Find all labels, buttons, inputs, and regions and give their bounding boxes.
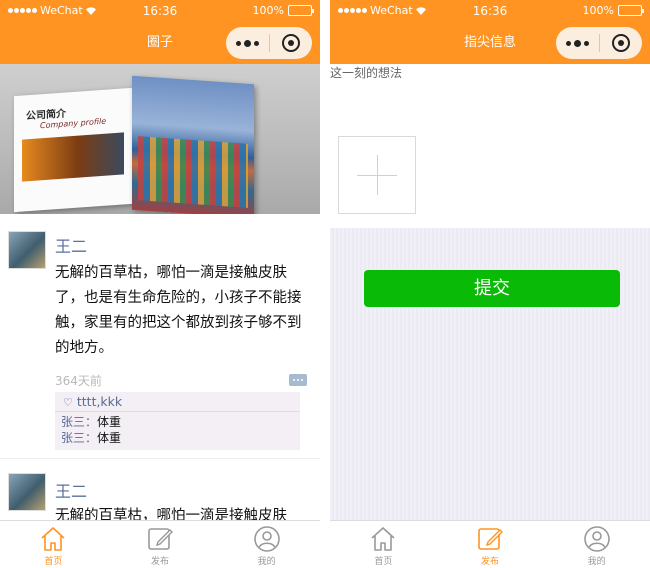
nav-bar: 圈子	[0, 22, 320, 64]
battery-percent: 100%	[252, 4, 284, 17]
edit-icon	[148, 528, 173, 550]
home-icon	[371, 527, 395, 551]
tab-label: 发布	[481, 557, 500, 567]
home-icon	[41, 527, 65, 551]
shipping-containers-image	[138, 136, 248, 208]
circle-screen: WeChat 16:36 100% 圈子 公司简介 Company profil…	[0, 0, 320, 568]
capsule-menu	[556, 27, 642, 59]
comment-icon[interactable]	[289, 374, 307, 386]
post-author[interactable]: 王二	[55, 478, 87, 502]
edit-icon	[478, 528, 503, 550]
battery-percent: 100%	[582, 4, 614, 17]
brochure-image: 公司简介 Company profile	[14, 87, 132, 213]
tab-publish[interactable]: 发布	[437, 521, 544, 568]
target-icon	[282, 34, 300, 52]
more-button[interactable]	[556, 27, 599, 59]
tab-publish[interactable]: 发布	[107, 521, 214, 568]
post-author[interactable]: 王二	[55, 233, 87, 257]
likes-names[interactable]: tttt,kkk	[77, 394, 122, 409]
user-icon	[253, 526, 280, 552]
screen-gap	[320, 0, 330, 568]
user-icon	[583, 526, 610, 552]
comments-list: 张三：体重 张三：体重	[55, 412, 300, 450]
nav-bar: 指尖信息	[330, 22, 650, 64]
tab-label: 首页	[44, 557, 63, 567]
tab-home[interactable]: 首页	[0, 521, 107, 568]
status-bar: WeChat 16:36 100%	[0, 0, 320, 22]
tab-label: 发布	[151, 557, 170, 567]
post-time: 364天前	[55, 374, 102, 388]
close-miniprogram-button[interactable]	[270, 27, 312, 59]
post-divider	[0, 458, 320, 459]
tab-label: 首页	[374, 557, 393, 567]
publish-screen: WeChat 16:36 100% 指尖信息 这一刻的想法 提交 首页 发布 我…	[330, 0, 650, 568]
comment-item[interactable]: 张三：体重	[61, 430, 294, 446]
avatar[interactable]	[8, 473, 46, 511]
target-icon	[612, 34, 630, 52]
battery-icon	[288, 5, 314, 16]
add-image-button[interactable]	[338, 136, 416, 214]
brochure-photo	[22, 132, 124, 182]
status-bar: WeChat 16:36 100%	[330, 0, 650, 22]
battery-info: 100%	[252, 4, 314, 17]
thought-textarea[interactable]: 这一刻的想法	[330, 64, 402, 81]
tab-bar: 首页 发布 我的	[330, 520, 650, 568]
tab-me[interactable]: 我的	[543, 521, 650, 568]
tab-label: 我的	[587, 557, 606, 567]
tab-me[interactable]: 我的	[213, 521, 320, 568]
likes-bar: ♡ tttt,kkk	[55, 392, 300, 411]
tab-label: 我的	[257, 557, 276, 567]
heart-icon: ♡	[63, 396, 73, 409]
brochure-cover-image	[132, 75, 254, 214]
capsule-menu	[226, 27, 312, 59]
submit-button[interactable]: 提交	[364, 270, 620, 307]
avatar[interactable]	[8, 231, 46, 269]
battery-info: 100%	[582, 4, 644, 17]
tab-home[interactable]: 首页	[330, 521, 437, 568]
post-content: 无解的百草枯，哪怕一滴是接触皮肤了，也是有生命危险的，小孩子不能接触，家里有的把…	[55, 265, 302, 356]
tab-bar: 首页 发布 我的	[0, 520, 320, 568]
battery-icon	[618, 5, 644, 16]
comment-item[interactable]: 张三：体重	[61, 414, 294, 430]
more-button[interactable]	[226, 27, 269, 59]
close-miniprogram-button[interactable]	[600, 27, 642, 59]
banner-carousel[interactable]: 公司简介 Company profile	[0, 64, 320, 214]
